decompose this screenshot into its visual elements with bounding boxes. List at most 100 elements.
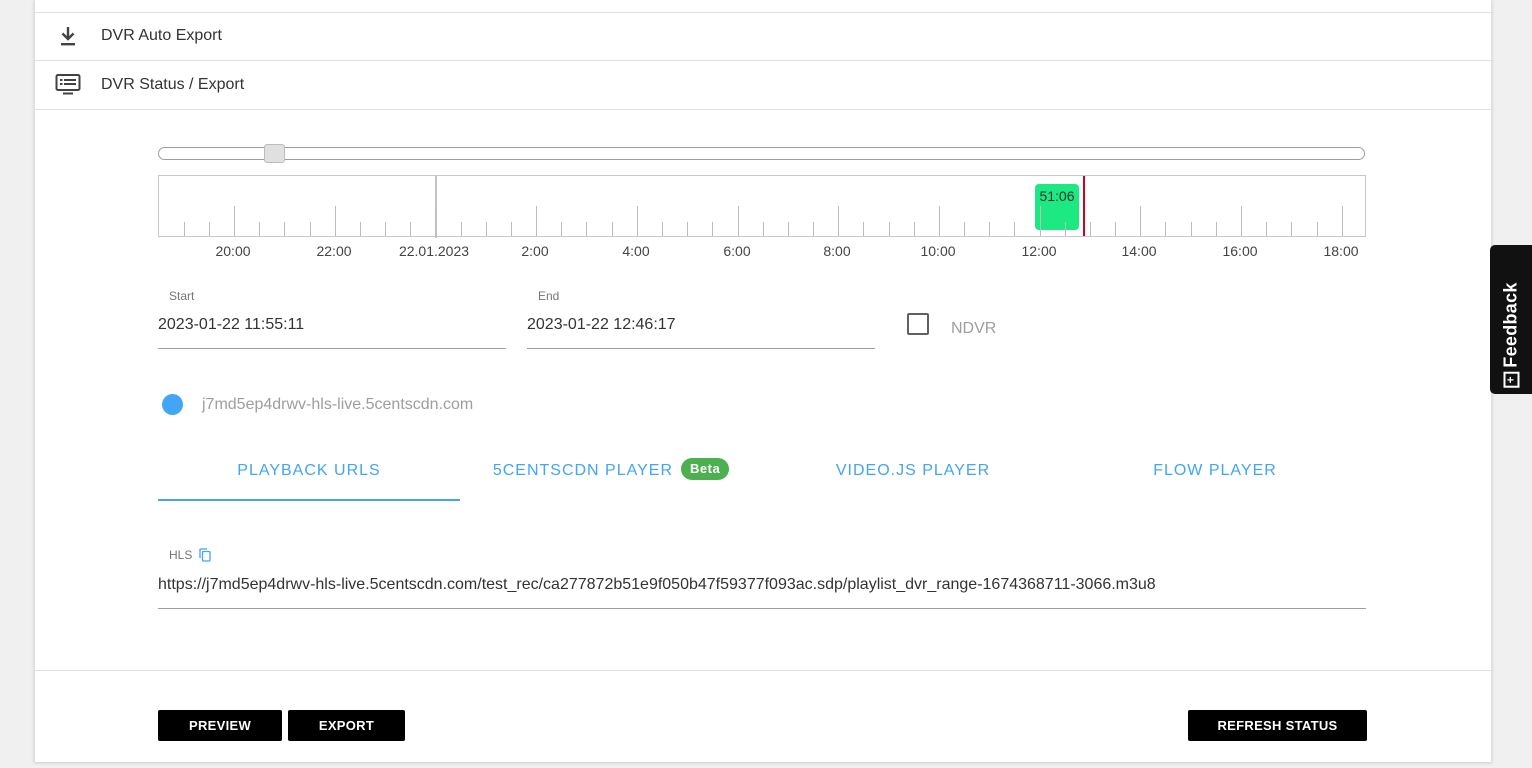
beta-badge: Beta [681,457,730,480]
refresh-status-button[interactable]: REFRESH STATUS [1188,710,1367,741]
timeline-minor-tick [1291,222,1292,236]
tab-5centscdn-player[interactable]: 5CENTSCDN PLAYER Beta [460,448,762,500]
timeline-label: 22.01.2023 [398,243,470,259]
menu-label-auto-export: DVR Auto Export [101,27,222,44]
timeline-minor-tick [586,222,587,236]
tab-playback-urls[interactable]: PLAYBACK URLS [158,448,460,501]
timeline-label: 20:00 [215,243,251,259]
timeline-minor-tick [511,222,512,236]
timeline-minor-tick [561,222,562,236]
timeline-minor-tick [914,222,915,236]
timeline-minor-tick [863,222,864,236]
feedback-label: + Feedback [1500,282,1522,388]
timeline-label: 6:00 [723,243,751,259]
timeline-minor-tick [712,222,713,236]
timeline-major-tick [1342,206,1343,236]
ndvr-checkbox[interactable] [907,313,929,335]
hls-url-field[interactable]: https://j7md5ep4drwv-hls-live.5centscdn.… [158,576,1156,594]
timeline-label: 10:00 [920,243,956,259]
timeline-minor-tick [1317,222,1318,236]
timeline-minor-tick [1090,222,1091,236]
timeline-major-tick [939,206,940,236]
timeline-major-tick [1241,206,1242,236]
timeline-minor-tick [989,222,990,236]
ndvr-label: NDVR [951,320,997,337]
timeline-label: 8:00 [823,243,851,259]
recording-segment[interactable]: 51:06 [1035,184,1079,230]
source-status-dot [162,394,183,415]
hls-label: HLS [169,548,193,562]
timeline-minor-tick [763,222,764,236]
timeline-label: 22:00 [316,243,352,259]
feedback-icon: + [1503,371,1520,388]
export-button[interactable]: EXPORT [288,710,405,741]
end-field[interactable]: 2023-01-22 12:46:17 [527,316,676,334]
timeline-minor-tick [964,222,965,236]
tab-flow-label: FLOW PLAYER [1153,462,1277,479]
timeline-minor-tick [1014,222,1015,236]
copy-icon[interactable] [199,548,211,562]
timeline-minor-tick [184,222,185,236]
timeline-minor-tick [1191,222,1192,236]
timeline-minor-tick [662,222,663,236]
range-slider-track[interactable] [158,147,1365,160]
download-icon [61,27,75,46]
feedback-tab[interactable]: + Feedback [1490,245,1532,394]
footer-divider [35,670,1491,671]
timeline-minor-tick [1266,222,1267,236]
timeline-minor-tick [385,222,386,236]
timeline-label: 4:00 [622,243,650,259]
timeline-minor-tick [486,222,487,236]
timeline-major-tick [435,206,436,236]
timeline-minor-tick [461,222,462,236]
timeline-minor-tick [813,222,814,236]
timeline-major-tick [738,206,739,236]
timeline-minor-tick [284,222,285,236]
tab-cdn-player-label: 5CENTSCDN PLAYER [492,462,673,479]
menu-dvr-status-export[interactable]: DVR Status / Export [35,61,1491,110]
timeline-minor-tick [788,222,789,236]
timeline-major-tick [234,206,235,236]
start-label: Start [169,289,195,303]
tab-videojs-player[interactable]: VIDEO.JS PLAYER [762,448,1064,500]
end-label: End [538,289,560,303]
start-field[interactable]: 2023-01-22 11:55:11 [158,316,304,334]
menu-dvr-auto-export[interactable]: DVR Auto Export [35,12,1491,61]
hls-underline [158,608,1366,609]
timeline-minor-tick [889,222,890,236]
list-monitor-icon [55,74,81,95]
timeline-minor-tick [687,222,688,236]
source-host: j7md5ep4drwv-hls-live.5centscdn.com [202,396,474,413]
timeline-minor-tick [259,222,260,236]
timeline-minor-tick [1216,222,1217,236]
tab-playback-label: PLAYBACK URLS [237,462,381,479]
current-time-marker [1083,176,1085,236]
timeline-label: 18:00 [1323,243,1359,259]
timeline-label: 14:00 [1121,243,1157,259]
timeline-minor-tick [1065,222,1066,236]
timeline-minor-tick [209,222,210,236]
timeline-major-tick [1140,206,1141,236]
timeline-minor-tick [360,222,361,236]
start-underline [158,348,506,349]
dvr-card: DVR Auto Export DVR Status / Export [34,0,1492,762]
tab-flow-player[interactable]: FLOW PLAYER [1064,448,1366,500]
timeline-major-tick [335,206,336,236]
timeline-minor-tick [410,222,411,236]
timeline-label: 16:00 [1222,243,1258,259]
dvr-timeline[interactable]: 51:06 [158,175,1366,238]
timeline-label: 12:00 [1021,243,1057,259]
preview-button[interactable]: PREVIEW [158,710,282,741]
timeline-minor-tick [1115,222,1116,236]
timeline-major-tick [838,206,839,236]
timeline-minor-tick [310,222,311,236]
range-slider-handle[interactable] [264,144,285,163]
segment-duration: 51:06 [1039,188,1075,204]
timeline-major-tick [637,206,638,236]
timeline-minor-tick [1165,222,1166,236]
tab-videojs-label: VIDEO.JS PLAYER [835,462,991,479]
feedback-text: Feedback [1500,282,1521,368]
timeline-minor-tick [612,222,613,236]
timeline-major-tick [1040,206,1041,236]
menu-label-status-export: DVR Status / Export [101,76,245,93]
